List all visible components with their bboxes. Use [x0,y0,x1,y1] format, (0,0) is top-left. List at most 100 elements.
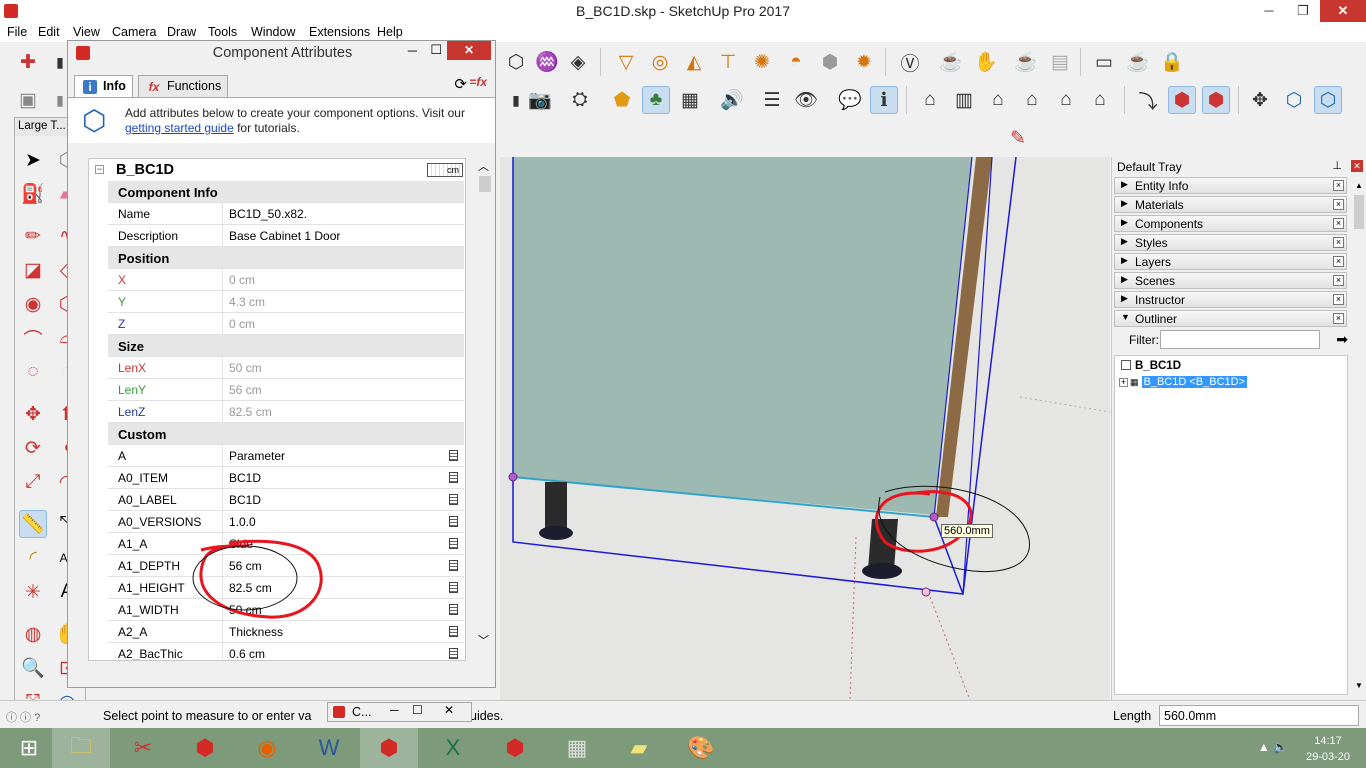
scroll-thumb[interactable] [1354,195,1364,229]
tray-scrollbar[interactable]: ▲ ▼ [1352,177,1366,697]
tray-panel-entity-info[interactable]: ▶ Entity Info × [1114,177,1347,194]
sketchup-active-task-icon[interactable]: ⬢ [360,728,418,768]
scroll-down-icon[interactable]: ▼ [1355,681,1363,690]
attribute-value[interactable]: Base Cabinet 1 Door [229,229,340,243]
expand-plus-icon[interactable]: + [1119,378,1128,387]
scroll-down-icon[interactable]: ﹀ [478,632,489,648]
minimized-dialog[interactable]: C... ─ ☐ ✕ [327,702,472,722]
render-teapot-icon[interactable]: ☕ [1012,48,1040,76]
attribute-value[interactable]: Thickness [229,625,283,639]
right-view-icon[interactable]: ⌂ [1018,86,1046,114]
menu-edit[interactable]: Edit [38,25,60,39]
edit-attribute-icon[interactable] [449,516,458,527]
calculator-icon[interactable]: ▦ [548,728,606,768]
attribute-row[interactable]: A Parameter [108,445,464,467]
stamp-icon[interactable]: ◈ [564,48,592,76]
hand-teapot-icon[interactable]: ✋ [972,48,1000,76]
attribute-row[interactable]: A1_A Side [108,533,464,555]
panel-close-icon[interactable]: × [1333,313,1344,324]
dialog-close-button[interactable]: ✕ [447,41,491,60]
attribute-value[interactable]: BC1D_50.x82. [229,207,307,221]
attribute-row[interactable]: A1_DEPTH 56 cm [108,555,464,577]
dialog-maximize-button[interactable]: ☐ [430,42,442,58]
outliner-child-node[interactable]: + ▦ B_BC1D <B_BC1D> [1119,376,1248,388]
attribute-row[interactable]: A0_LABEL BC1D [108,489,464,511]
word-icon[interactable]: W [300,728,358,768]
minimize-button[interactable]: ─ [1252,0,1286,22]
paint-tool-icon[interactable]: ✂ [114,728,172,768]
back-view-icon[interactable]: ⌂ [1052,86,1080,114]
tray-panel-instructor[interactable]: ▶ Instructor × [1114,291,1347,308]
sliders-icon[interactable]: ☰ [758,86,786,114]
section-plane-icon[interactable]: ▽ [612,48,640,76]
sphere-icon[interactable]: ⬢ [816,48,844,76]
axes-icon[interactable]: ✳ [19,578,47,606]
left-view-icon[interactable]: ⌂ [1086,86,1114,114]
edit-attribute-icon[interactable] [449,494,458,505]
edit-attribute-icon[interactable] [449,648,458,659]
scale-icon[interactable]: ⤢ [19,468,47,496]
menu-draw[interactable]: Draw [167,25,196,39]
attribute-row[interactable]: A2_A Thickness [108,621,464,643]
top-view-icon[interactable]: ▥ [950,86,978,114]
edit-attribute-icon[interactable] [449,538,458,549]
new-file-icon[interactable]: ✚ [14,48,42,76]
menu-view[interactable]: View [73,25,100,39]
outliner-root-node[interactable]: B_BC1D [1121,360,1181,372]
circle-icon[interactable]: ◉ [19,290,47,318]
attribute-row[interactable]: Description Base Cabinet 1 Door [108,225,464,247]
teapot-icon[interactable]: ☕ [937,48,965,76]
import-icon[interactable]: ▣ [14,86,42,114]
measurement-input[interactable] [1159,705,1359,726]
attribute-row[interactable]: A1_WIDTH 50 cm [108,599,464,621]
attribute-value[interactable]: 56 cm [229,559,262,573]
outliner-details-arrow-icon[interactable]: ➡ [1336,331,1348,348]
teapot-window-icon[interactable]: ☕ [1124,48,1152,76]
cube-icon[interactable]: ⬡ [502,48,530,76]
menu-camera[interactable]: Camera [112,25,156,39]
move-icon[interactable]: ✥ [19,400,47,428]
tape-measure-icon[interactable]: 📏 [19,510,47,538]
getting-started-link[interactable]: getting started guide [125,121,234,135]
front-view-icon[interactable]: ⌂ [984,86,1012,114]
paint-bucket-icon[interactable]: ⛽ [19,180,47,208]
menu-window[interactable]: Window [251,25,295,39]
maximize-button[interactable]: ❐ [1286,0,1320,22]
dialog-minimize-button[interactable]: ─ [408,43,417,58]
attribute-value[interactable]: Parameter [229,449,285,463]
lock-icon[interactable]: 🔒 [1158,48,1186,76]
panel-close-icon[interactable]: × [1333,180,1344,191]
attribute-value[interactable]: 82.5 cm [229,581,272,595]
checker-cube-icon[interactable]: ▦ [676,86,704,114]
window-frame-icon[interactable]: ▭ [1090,48,1118,76]
spot-light-icon[interactable]: ⊤ [714,48,742,76]
attribute-row[interactable]: Name BC1D_50.x82. [108,203,464,225]
attribute-row[interactable]: A2_BacThic 0.6 cm [108,643,464,660]
circle-target-icon[interactable]: ◎ [646,48,674,76]
outliner-child-label[interactable]: B_BC1D <B_BC1D> [1141,376,1248,388]
cone-icon[interactable]: ◭ [680,48,708,76]
box-view-icon[interactable]: ⬡ [1280,86,1308,114]
zoom-icon[interactable]: 🔍 [19,654,47,682]
tab-functions[interactable]: fx Functions [138,75,229,97]
panel-close-icon[interactable]: × [1333,199,1344,210]
attribute-value[interactable]: 0.6 cm [229,647,265,660]
panel-close-icon[interactable]: × [1333,256,1344,267]
box-select-icon[interactable]: ⬡ [1314,86,1342,114]
minimized-dialog-max-button[interactable]: ☐ [412,703,423,717]
orbit-icon[interactable]: ◍ [19,620,47,648]
panel-close-icon[interactable]: × [1333,218,1344,229]
protractor-icon[interactable]: ◜ [19,544,47,572]
volume-icon[interactable]: ▲ 🔈 [1258,740,1288,754]
three-point-arc-icon[interactable]: ◌ [19,358,47,386]
menu-extensions[interactable]: Extensions [309,25,370,39]
scroll-up-icon[interactable]: ︿ [478,158,489,174]
edit-attribute-icon[interactable] [449,604,458,615]
tray-panel-scenes[interactable]: ▶ Scenes × [1114,272,1347,289]
component-options-icon[interactable]: ⬢ [1202,86,1230,114]
firefox-icon[interactable]: ◉ [238,728,296,768]
edit-attribute-icon[interactable] [449,472,458,483]
edit-attribute-icon[interactable] [449,626,458,637]
attribute-row[interactable]: A0_VERSIONS 1.0.0 [108,511,464,533]
scroll-up-icon[interactable]: ▲ [1355,181,1363,190]
